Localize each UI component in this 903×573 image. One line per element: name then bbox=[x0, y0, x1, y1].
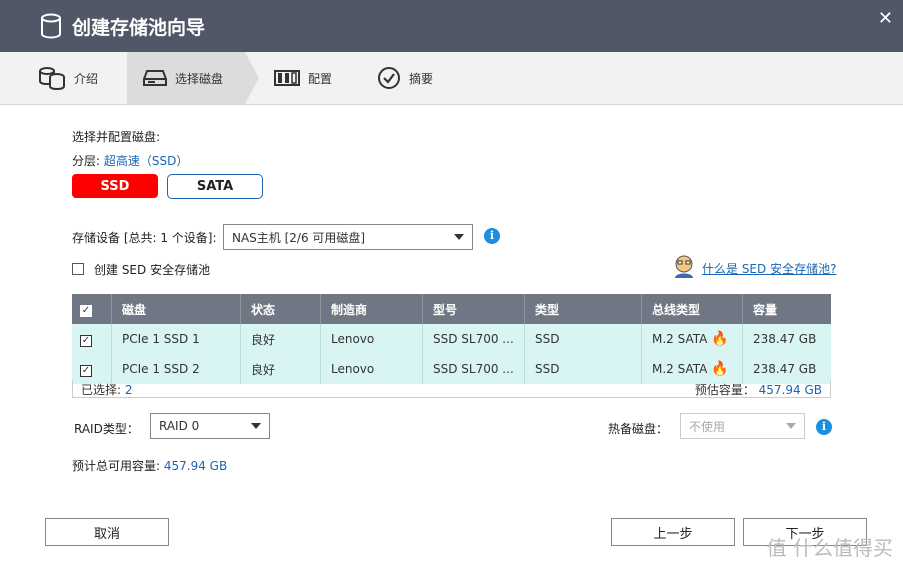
hotspare-select[interactable]: 不使用 bbox=[680, 413, 805, 439]
title-bar: 创建存储池向导 ✕ bbox=[0, 0, 903, 52]
bus-value: M.2 SATA bbox=[652, 332, 708, 346]
tier-label: 分层: 超高速（SSD） bbox=[72, 152, 188, 169]
step-label: 摘要 bbox=[409, 71, 434, 86]
select-all-checkbox[interactable]: ✓ bbox=[80, 304, 92, 317]
col-vendor[interactable]: 制造商 bbox=[320, 294, 423, 324]
help-avatar-icon bbox=[675, 255, 693, 278]
raid-label: RAID类型： bbox=[74, 422, 139, 436]
watermark: 值 什么值得买 bbox=[766, 536, 893, 560]
estimated-value: 457.94 GB bbox=[758, 383, 822, 397]
hotspare-label: 热备磁盘： bbox=[608, 422, 669, 436]
chevron-down-icon bbox=[786, 423, 796, 429]
estimated-capacity: 预估容量： 457.94 GB bbox=[695, 381, 822, 398]
cell-type: SSD bbox=[524, 324, 642, 354]
info-icon[interactable]: i bbox=[816, 419, 832, 435]
step-summary: 摘要 bbox=[377, 52, 433, 104]
raid-select[interactable]: RAID 0 bbox=[150, 413, 270, 439]
cell-model: SSD SL700 ... bbox=[422, 324, 525, 354]
bus-value: M.2 SATA bbox=[652, 362, 708, 376]
selected-count: 2 bbox=[124, 383, 133, 397]
fire-icon: 🔥 bbox=[711, 331, 729, 347]
disk-table: ✓ 磁盘 状态 制造商 型号 类型 总线类型 容量 ✓ PCIe 1 SSD 1… bbox=[72, 294, 831, 384]
step-label: 选择磁盘 bbox=[175, 71, 224, 86]
col-disk[interactable]: 磁盘 bbox=[111, 294, 241, 324]
wizard-steps: 介绍 选择磁盘 配置 摘要 bbox=[0, 52, 903, 105]
col-status[interactable]: 状态 bbox=[240, 294, 321, 324]
select-all-checkbox-cell[interactable]: ✓ bbox=[72, 294, 112, 324]
sed-checkbox[interactable] bbox=[72, 263, 84, 275]
step-select-disks: 选择磁盘 bbox=[127, 52, 245, 104]
total-capacity: 预计总可用容量: 457.94 GB bbox=[72, 457, 227, 474]
col-capacity[interactable]: 容量 bbox=[742, 294, 831, 324]
step-divider bbox=[115, 52, 127, 104]
cell-vendor: Lenovo bbox=[320, 324, 423, 354]
cell-disk: PCIe 1 SSD 1 bbox=[111, 324, 241, 354]
table-row[interactable]: ✓ PCIe 1 SSD 1 良好 Lenovo SSD SL700 ... S… bbox=[72, 324, 831, 354]
info-icon[interactable]: i bbox=[484, 228, 500, 244]
fire-icon: 🔥 bbox=[711, 361, 729, 377]
step-divider bbox=[245, 52, 259, 104]
total-value: 457.94 GB bbox=[163, 459, 228, 473]
step-configure: 配置 bbox=[274, 52, 332, 104]
select-heading: 选择并配置磁盘: bbox=[72, 130, 161, 144]
col-bus[interactable]: 总线类型 bbox=[641, 294, 743, 324]
device-select-value: NAS主机 [2/6 可用磁盘] bbox=[232, 230, 366, 245]
selected-label: 已选择: bbox=[81, 383, 122, 397]
check-circle-icon bbox=[378, 67, 400, 89]
sed-help-link[interactable]: 什么是 SED 安全存储池? bbox=[702, 260, 836, 277]
wizard-content: 选择并配置磁盘: 分层: 超高速（SSD） SSD SATA 存储设备 [总共:… bbox=[0, 104, 903, 573]
raid-select-value: RAID 0 bbox=[159, 419, 200, 433]
ssd-tab-button[interactable]: SSD bbox=[72, 174, 158, 198]
table-summary: 已选择: 2 预估容量： 457.94 GB bbox=[72, 380, 831, 398]
database-icon bbox=[41, 13, 61, 39]
col-model[interactable]: 型号 bbox=[422, 294, 525, 324]
hard-drive-icon bbox=[143, 70, 167, 86]
device-select[interactable]: NAS主机 [2/6 可用磁盘] bbox=[223, 224, 473, 250]
cell-status: 良好 bbox=[240, 324, 321, 354]
step-intro: 介绍 bbox=[38, 52, 98, 104]
total-label: 预计总可用容量: bbox=[72, 459, 161, 473]
raid-icon bbox=[274, 70, 300, 86]
table-header-row: ✓ 磁盘 状态 制造商 型号 类型 总线类型 容量 bbox=[72, 294, 831, 324]
cell-capacity: 238.47 GB bbox=[742, 324, 831, 354]
estimated-label: 预估容量： bbox=[694, 383, 755, 397]
device-label: 存储设备 [总共: 1 个设备]: bbox=[72, 231, 217, 245]
col-type[interactable]: 类型 bbox=[524, 294, 642, 324]
row-checkbox[interactable]: ✓ bbox=[80, 364, 92, 377]
step-label: 介绍 bbox=[74, 71, 99, 86]
sata-tab-button[interactable]: SATA bbox=[167, 174, 263, 199]
hotspare-select-value: 不使用 bbox=[689, 419, 726, 434]
selected-count-label: 已选择: 2 bbox=[81, 381, 133, 398]
close-icon[interactable]: ✕ bbox=[878, 8, 893, 29]
step-label: 配置 bbox=[308, 71, 333, 86]
tier-value: 超高速（SSD） bbox=[103, 154, 189, 168]
disks-icon bbox=[39, 67, 65, 90]
chevron-down-icon bbox=[251, 423, 261, 429]
chevron-down-icon bbox=[454, 234, 464, 240]
row-checkbox[interactable]: ✓ bbox=[80, 334, 92, 347]
tier-prefix: 分层: bbox=[72, 154, 101, 168]
cell-bus: M.2 SATA 🔥 bbox=[641, 324, 743, 354]
window-title: 创建存储池向导 bbox=[72, 17, 206, 39]
cancel-button[interactable]: 取消 bbox=[45, 518, 169, 546]
row-checkbox-cell[interactable]: ✓ bbox=[72, 324, 112, 354]
sed-checkbox-label: 创建 SED 安全存储池 bbox=[94, 263, 211, 277]
prev-button[interactable]: 上一步 bbox=[611, 518, 735, 546]
